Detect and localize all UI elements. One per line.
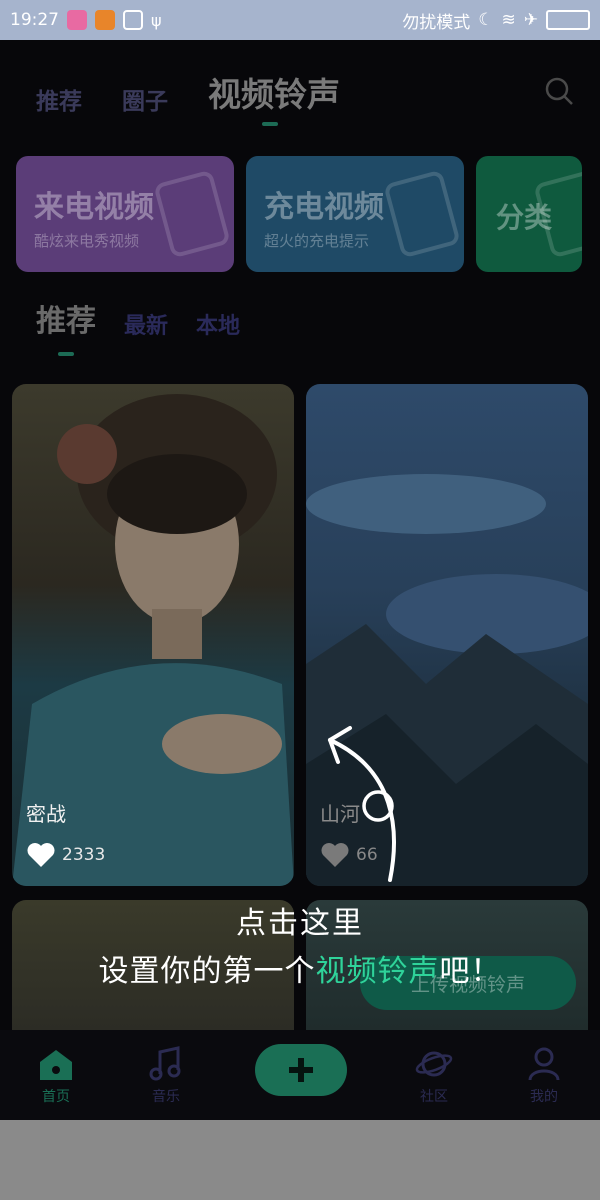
warning-icon (95, 10, 115, 30)
nav-home[interactable]: 首页 (16, 1046, 96, 1106)
incoming-video-card[interactable]: 来电视频 酷炫来电秀视频 (16, 156, 234, 272)
add-button[interactable] (255, 1044, 347, 1096)
guide-arrow-icon (328, 726, 396, 882)
app-screen: 推荐 圈子 视频铃声 来电视频 酷炫来电秀视频 充电视频 超火的充电提示 分类 … (0, 40, 600, 1120)
top-tabs: 推荐 圈子 视频铃声 (36, 68, 340, 116)
nav-label: 社区 (420, 1089, 448, 1105)
like-count: 2333 (62, 845, 106, 865)
category-cards: 来电视频 酷炫来电秀视频 充电视频 超火的充电提示 分类 (16, 156, 582, 272)
music-icon (149, 1046, 181, 1081)
dnd-mode-text: 勿扰模式 (402, 12, 471, 33)
battery-icon (546, 10, 590, 30)
wifi-icon: ≋ (501, 10, 516, 30)
person-icon (528, 1047, 560, 1081)
guide-text-line2: 设置你的第一个视频铃声吧！ (0, 946, 600, 990)
nav-label: 我的 (530, 1089, 558, 1105)
sub-tabs: 推荐 最新 本地 (36, 296, 240, 340)
nav-community[interactable]: 社区 (394, 1046, 474, 1106)
airplane-icon: ✈ (523, 10, 538, 30)
guide-highlight: 视频铃声 (315, 954, 440, 989)
video-likes: 2333 (26, 842, 105, 868)
bottom-nav: 首页 音乐 社区 我的 (0, 1030, 600, 1120)
heart-icon[interactable] (26, 842, 56, 868)
home-icon (40, 1050, 72, 1080)
nav-label: 音乐 (152, 1089, 180, 1105)
planet-icon (415, 1051, 453, 1077)
nav-label: 首页 (42, 1089, 70, 1105)
cleaner-icon (123, 10, 143, 30)
guide-suffix: 吧！ (439, 954, 502, 989)
subtab-recommend[interactable]: 推荐 (36, 296, 96, 340)
top-tab-indicator (262, 122, 278, 126)
tab-circle[interactable]: 圈子 (122, 82, 168, 116)
status-bar: 19:27 ψ 勿扰模式 ☾ ≋ ✈ (0, 0, 600, 40)
tab-video-ringtone[interactable]: 视频铃声 (208, 68, 340, 116)
charging-video-card[interactable]: 充电视频 超火的充电提示 (246, 156, 464, 272)
app-notification-icon (67, 10, 87, 30)
sub-tab-indicator (58, 352, 74, 356)
subtab-local[interactable]: 本地 (196, 308, 240, 340)
phone-deco-icon (533, 169, 582, 259)
video-tile[interactable]: 密战 2333 (12, 384, 294, 886)
guide-text-line1: 点击这里 (236, 906, 364, 941)
search-icon[interactable] (544, 76, 574, 106)
subtab-latest[interactable]: 最新 (124, 308, 168, 340)
video-title: 密战 (26, 802, 66, 826)
moon-icon: ☾ (478, 10, 494, 30)
tab-recommend[interactable]: 推荐 (36, 82, 82, 116)
status-time: 19:27 (10, 10, 59, 30)
usb-icon: ψ (151, 10, 162, 30)
nav-music[interactable]: 音乐 (126, 1046, 206, 1106)
nav-profile[interactable]: 我的 (504, 1046, 584, 1106)
category-card[interactable]: 分类 (476, 156, 582, 272)
guide-prefix: 设置你的第一个 (98, 954, 316, 989)
plus-icon (289, 1058, 313, 1082)
